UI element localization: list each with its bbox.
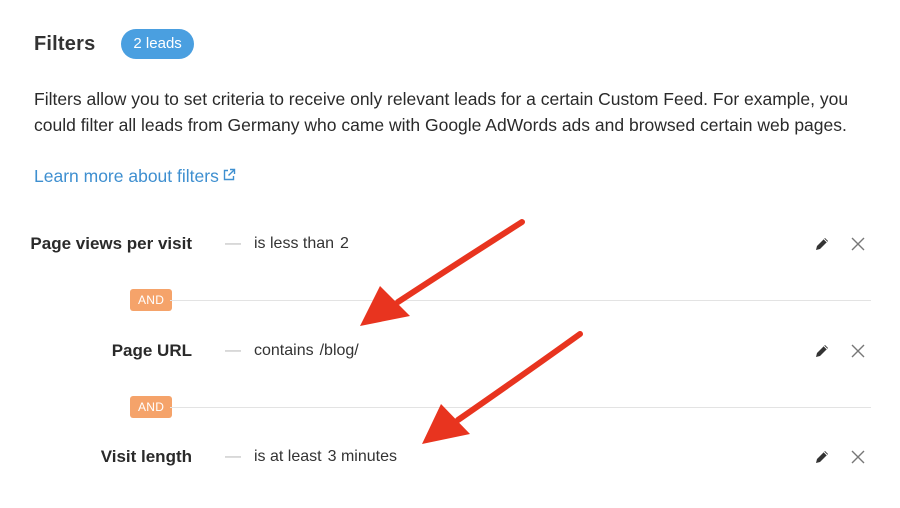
filter-separator: — xyxy=(225,342,241,359)
filter-value: 2 xyxy=(340,235,349,252)
filter-name: Page views per visit xyxy=(30,234,192,253)
filters-header: Filters 2 leads xyxy=(34,28,194,60)
filter-operator: contains xyxy=(254,342,314,359)
filters-description: Filters allow you to set criteria to rec… xyxy=(34,89,849,135)
remove-filter-button[interactable] xyxy=(849,342,867,360)
filter-value: /blog/ xyxy=(319,342,359,359)
and-badge: AND xyxy=(130,289,173,311)
and-connector: AND xyxy=(130,289,871,311)
and-badge: AND xyxy=(130,396,173,418)
filters-panel: Filters 2 leads Filters allow you to set… xyxy=(0,0,900,508)
filter-value: 3 minutes xyxy=(327,448,397,465)
filter-condition: is at least 3 minutes xyxy=(254,448,397,466)
filter-name: Visit length xyxy=(100,447,192,466)
and-connector: AND xyxy=(130,396,871,418)
pencil-icon xyxy=(816,451,828,463)
page-title: Filters xyxy=(34,32,96,55)
divider xyxy=(170,300,871,301)
filter-name: Page URL xyxy=(111,341,192,360)
remove-filter-button[interactable] xyxy=(849,235,867,253)
filter-separator: — xyxy=(225,448,241,465)
divider xyxy=(170,407,871,408)
filter-separator: — xyxy=(225,235,241,252)
filter-row: Page URL — contains/blog/ xyxy=(0,336,880,366)
pencil-icon xyxy=(816,238,828,250)
external-link-icon xyxy=(223,168,236,181)
edit-filter-button[interactable] xyxy=(813,235,831,253)
filter-operator: is less than xyxy=(254,235,335,252)
edit-filter-button[interactable] xyxy=(813,342,831,360)
pencil-icon xyxy=(816,345,828,357)
filter-row: Visit length — is at least 3 minutes xyxy=(0,442,880,472)
filter-condition: contains/blog/ xyxy=(254,342,359,360)
learn-more-label: Learn more about filters xyxy=(34,166,219,186)
edit-filter-button[interactable] xyxy=(813,448,831,466)
close-icon xyxy=(851,237,865,251)
learn-more-link[interactable]: Learn more about filters xyxy=(34,163,236,189)
close-icon xyxy=(851,344,865,358)
filter-operator: is at least xyxy=(254,448,322,465)
filter-row: Page views per visit — is less than 2 xyxy=(0,229,880,259)
close-icon xyxy=(851,450,865,464)
leads-count-badge: 2 leads xyxy=(121,29,194,59)
remove-filter-button[interactable] xyxy=(849,448,867,466)
filter-condition: is less than 2 xyxy=(254,235,349,253)
